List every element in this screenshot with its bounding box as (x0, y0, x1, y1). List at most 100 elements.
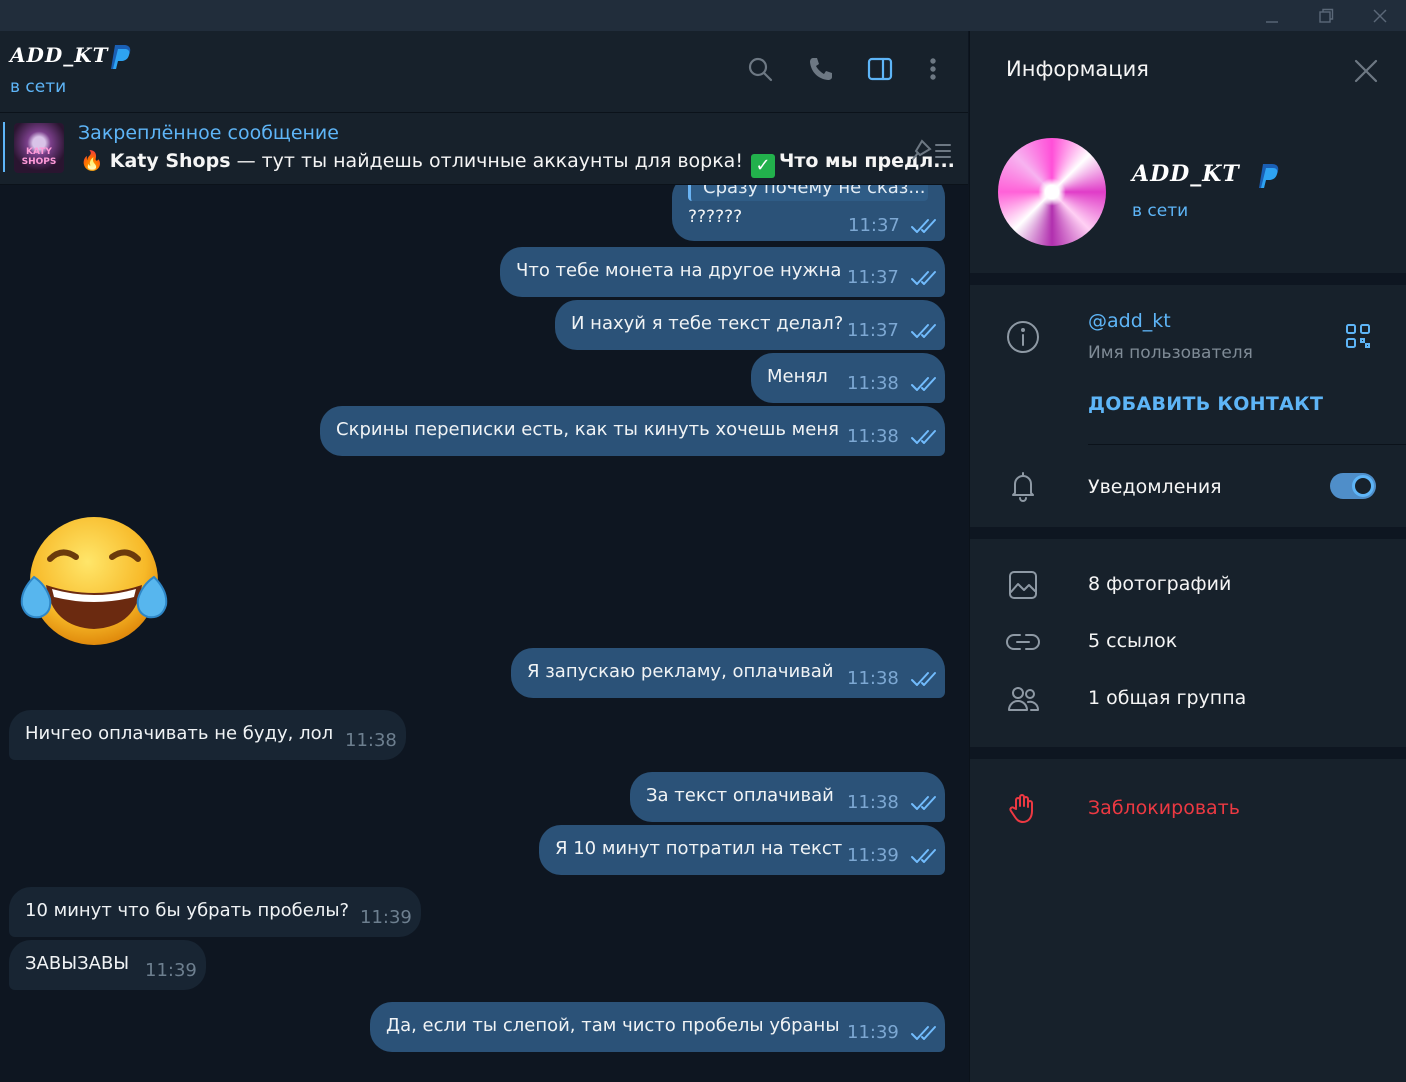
message-time: 11:38 (847, 426, 899, 447)
pinned-indicator (3, 122, 5, 172)
qr-code-icon (1346, 324, 1370, 348)
profile-status: в сети (1132, 201, 1189, 221)
message-time: 11:38 (847, 373, 899, 394)
pinned-list-button[interactable] (910, 135, 954, 165)
username[interactable]: @add_kt (1088, 310, 1171, 332)
message-bubble-out[interactable]: И нахуй я тебе текст делал? 11:37 (555, 300, 945, 350)
chat-header[interactable]: ADD_KT в сети (0, 31, 968, 113)
pinned-bold-prefix: Katy Shops (109, 150, 231, 172)
pinned-message-bar[interactable]: KATY SHOPS Закреплённое сообщение 🔥 Katy… (0, 113, 968, 185)
message-time: 11:39 (847, 1022, 899, 1043)
close-window-button[interactable] (1353, 0, 1406, 31)
message-text: Менял (767, 366, 828, 387)
message-bubble-in[interactable]: 10 минут что бы убрать пробелы? 11:39 (9, 887, 421, 937)
message-bubble-in[interactable]: ЗАВЫЗАВЫ 11:39 (9, 940, 206, 990)
message-bubble-out[interactable]: За текст оплачивай 11:38 (630, 772, 945, 822)
photos-link[interactable]: 8 фотографий (1088, 573, 1231, 595)
read-checks-icon (910, 217, 938, 235)
read-checks-icon (910, 428, 938, 446)
fire-icon: 🔥 (80, 150, 104, 172)
avatar[interactable] (998, 138, 1106, 246)
message-text: ЗАВЫЗАВЫ (25, 953, 130, 974)
section-divider (970, 527, 1406, 539)
message-time: 11:37 (847, 267, 899, 288)
read-checks-icon (910, 322, 938, 340)
read-checks-icon (910, 670, 938, 688)
row-divider (1088, 444, 1406, 445)
message-text: Что тебе монета на другое нужна (516, 260, 842, 281)
notifications-toggle[interactable] (1330, 473, 1376, 499)
bell-icon (1006, 469, 1040, 503)
block-user-button[interactable]: Заблокировать (1088, 797, 1240, 819)
message-time: 11:37 (847, 320, 899, 341)
message-time: 11:39 (360, 907, 412, 928)
message-bubble-out[interactable]: Да, если ты слепой, там чисто пробелы уб… (370, 1002, 945, 1052)
pinned-thumbnail: KATY SHOPS (14, 123, 64, 173)
add-contact-button[interactable]: ДОБАВИТЬ КОНТАКТ (1088, 393, 1323, 415)
info-icon (1006, 320, 1040, 354)
more-vert-icon (930, 58, 936, 80)
message-text: И нахуй я тебе текст делал? (571, 313, 844, 334)
message-bubble-out[interactable]: Сразу почему не сказ... ?????? 11:37 (672, 185, 945, 241)
message-text: За текст оплачивай (646, 785, 834, 806)
search-button[interactable] (744, 53, 776, 85)
read-checks-icon (910, 375, 938, 393)
info-panel: Информация ADD_KT в сети @add_kt Имя пол… (969, 31, 1406, 1082)
hand-stop-icon (1006, 791, 1040, 825)
pinned-list-icon (912, 139, 951, 160)
link-icon (1006, 625, 1040, 659)
section-divider (970, 273, 1406, 285)
peer-status: в сети (10, 77, 67, 97)
paypal-icon (1259, 164, 1279, 188)
notifications-label: Уведомления (1088, 476, 1222, 498)
laughing-crying-emoji-sticker[interactable] (20, 515, 168, 647)
group-icon (1006, 682, 1040, 716)
restore-button[interactable] (1299, 0, 1353, 31)
phone-icon (810, 58, 832, 80)
close-panel-button[interactable] (1350, 55, 1382, 87)
section-divider (970, 747, 1406, 759)
toggle-info-panel-button[interactable] (864, 53, 896, 85)
check-mark-icon: ✓ (751, 154, 775, 178)
minimize-button[interactable] (1245, 0, 1299, 31)
username-label: Имя пользователя (1088, 343, 1253, 363)
minimize-icon (1266, 20, 1278, 23)
more-menu-button[interactable] (917, 53, 949, 85)
close-icon (1373, 9, 1387, 22)
common-groups-link[interactable]: 1 общая группа (1088, 687, 1246, 709)
chat-area: ADD_KT в сети KATY SHOPS Закреплённое со… (0, 31, 968, 1082)
message-time: 11:38 (345, 730, 397, 751)
qr-code-button[interactable] (1344, 322, 1372, 350)
message-bubble-out[interactable]: Скрины переписки есть, как ты кинуть хоч… (320, 406, 945, 456)
read-checks-icon (910, 1024, 938, 1042)
pinned-body: — тут ты найдешь отличные аккаунты для в… (230, 150, 749, 172)
links-link[interactable]: 5 ссылок (1088, 630, 1177, 652)
message-text: Я запускаю рекламу, оплачивай (527, 661, 834, 682)
toggle-knob (1352, 475, 1374, 497)
message-time: 11:39 (145, 960, 197, 981)
message-time: 11:39 (847, 845, 899, 866)
read-checks-icon (910, 269, 938, 287)
message-bubble-out[interactable]: Я запускаю рекламу, оплачивай 11:38 (511, 648, 945, 698)
reply-quote[interactable]: Сразу почему не сказ... (688, 185, 928, 201)
pinned-thumbnail-label: KATY SHOPS (21, 147, 57, 167)
message-bubble-out[interactable]: Менял 11:38 (751, 353, 945, 403)
restore-icon (1319, 8, 1334, 23)
message-text: 10 минут что бы убрать пробелы? (25, 900, 350, 921)
message-text: Да, если ты слепой, там чисто пробелы уб… (386, 1015, 840, 1036)
peer-name[interactable]: ADD_KT (10, 43, 108, 67)
call-button[interactable] (805, 53, 837, 85)
message-time: 11:37 (848, 215, 900, 236)
photo-icon (1006, 568, 1040, 602)
read-checks-icon (910, 847, 938, 865)
pinned-title: Закреплённое сообщение (78, 122, 339, 144)
message-text: Скрины переписки есть, как ты кинуть хоч… (336, 419, 839, 440)
close-icon (1354, 59, 1378, 83)
paypal-icon (111, 45, 131, 69)
message-list[interactable]: Сразу почему не сказ... ?????? 11:37 Что… (0, 185, 968, 1082)
window-title-bar (0, 0, 1406, 31)
message-bubble-in[interactable]: Ничгео оплачивать не буду, лол 11:38 (9, 710, 406, 760)
message-bubble-out[interactable]: Я 10 минут потратил на текст 11:39 (539, 825, 945, 875)
message-bubble-out[interactable]: Что тебе монета на другое нужна 11:37 (500, 247, 945, 297)
sidebar-toggle-icon (867, 57, 893, 81)
